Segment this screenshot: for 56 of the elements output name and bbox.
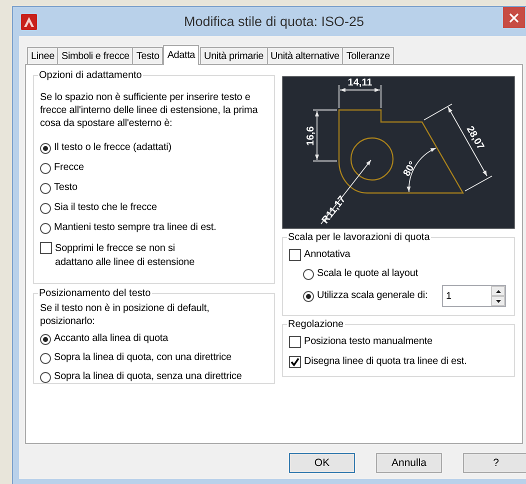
radio-label[interactable]: Sia il testo che le frecce [54, 201, 158, 215]
radio-button[interactable] [40, 142, 51, 154]
tab[interactable]: Testo [132, 47, 164, 64]
radio-button[interactable] [40, 202, 51, 214]
tab[interactable]: Tolleranze [342, 47, 394, 64]
tab[interactable]: Unità primarie [200, 47, 268, 64]
down-arrow-icon [496, 300, 500, 302]
radio-button[interactable] [303, 268, 314, 280]
checkbox-label[interactable]: Annotativa [304, 248, 350, 262]
radio-label[interactable]: Mantieni testo sempre tra linee di est. [54, 221, 216, 235]
radio-button[interactable] [40, 352, 51, 364]
checkbox[interactable] [40, 242, 52, 254]
leader-line [320, 160, 372, 224]
radio-label[interactable]: Accanto alla linea di quota [54, 332, 168, 346]
tab[interactable]: Linee [27, 47, 58, 64]
scale-spinner-field[interactable]: 1 [442, 285, 506, 307]
dialog-button[interactable]: OK [289, 453, 355, 473]
close-icon [509, 12, 519, 22]
radio-label[interactable]: Scala le quote al layout [317, 267, 418, 281]
radio-button[interactable] [40, 372, 51, 382]
radio-label[interactable]: Utilizza scala generale di: [317, 289, 428, 303]
checkbox[interactable] [289, 356, 301, 368]
group-title: Regolazione [287, 319, 345, 330]
description-text: Se il testo non è in posizione di default, posizionarlo: [40, 302, 210, 328]
checkbox[interactable] [289, 249, 301, 261]
window-title: Modifica stile di quota: ISO-25 [184, 14, 364, 29]
dialog-button[interactable]: ? [463, 453, 526, 473]
radio-button[interactable] [40, 182, 51, 194]
close-button[interactable] [503, 7, 525, 28]
radio-button[interactable] [40, 162, 51, 174]
up-arrow-icon [496, 290, 500, 292]
radio-label[interactable]: Il testo o le frecce (adattati) [54, 141, 172, 155]
checkbox-label[interactable]: Disegna linee di quota tra linee di est. [304, 355, 467, 369]
radio-label[interactable]: Frecce [54, 161, 84, 175]
radio-button[interactable] [40, 222, 51, 234]
hole-circle [350, 137, 394, 181]
app-logo-icon [21, 14, 37, 30]
dimension-label: 16,6 [306, 126, 317, 146]
checkbox-label[interactable]: Posiziona testo manualmente [304, 335, 432, 349]
spin-down-button[interactable] [491, 296, 505, 306]
tab[interactable]: Adatta [163, 45, 200, 65]
dialog-button[interactable]: Annulla [376, 453, 442, 473]
dimension-label: 14,11 [348, 78, 372, 89]
radio-label[interactable]: Testo [54, 181, 78, 195]
radio-label[interactable]: Sopra la linea di quota, senza una direttrice [54, 370, 242, 384]
dimension-label: 80° [402, 160, 419, 178]
checkbox[interactable] [289, 336, 301, 348]
group-title: Scala per le lavorazioni di quota [287, 232, 431, 243]
spin-up-button[interactable] [491, 286, 505, 296]
checkbox-label[interactable]: Sopprimi le frecce se non si adattano alle linee di estensione [55, 242, 215, 270]
group-title: Opzioni di adattamento [38, 70, 143, 81]
radio-button[interactable] [303, 290, 314, 302]
radio-button[interactable] [40, 334, 51, 344]
radio-label[interactable]: Sopra la linea di quota, con una direttrice [54, 351, 232, 365]
description-text: Se lo spazio non è sufficiente per inserire testo e frecce all'interno delle linee di estensione, la prima cosa da spostare all'esterno è: [40, 91, 259, 130]
group-title: Posizionamento del testo [38, 288, 152, 299]
